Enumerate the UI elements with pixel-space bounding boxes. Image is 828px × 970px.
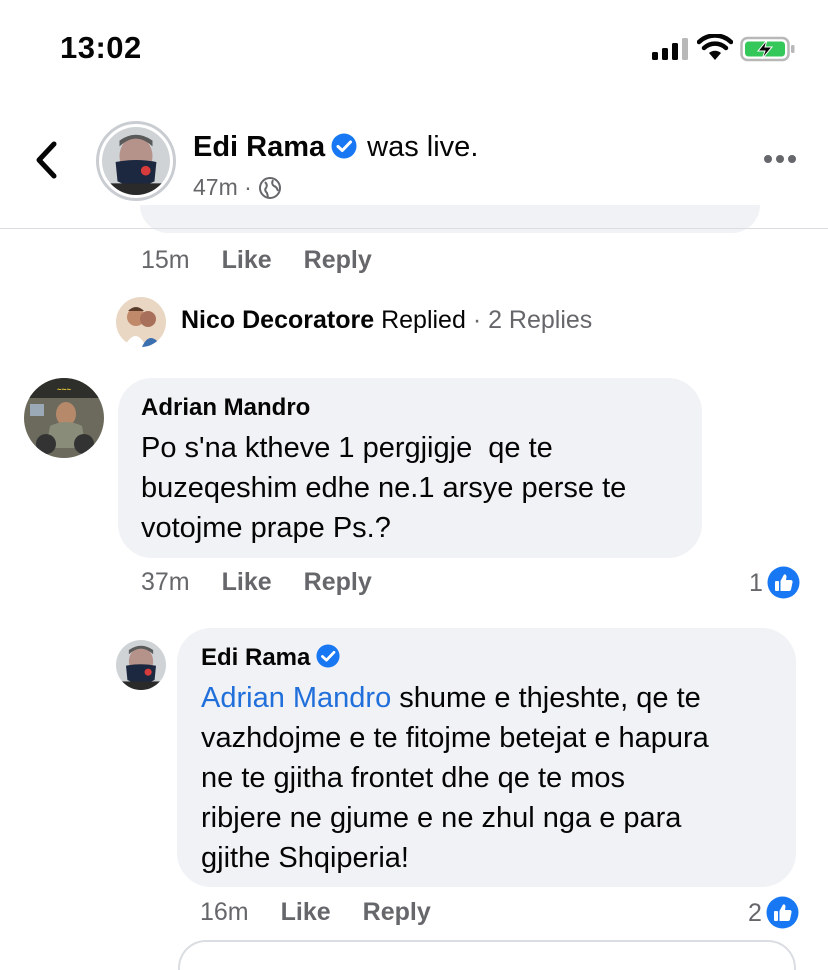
next-reply-input[interactable] — [178, 940, 796, 970]
like-button[interactable]: Like — [281, 898, 331, 926]
author-name[interactable]: Edi Rama — [193, 131, 325, 163]
reply-line: ribjere ne gjume e ne zhul nga e para — [201, 802, 682, 834]
status-time: 13:02 — [60, 30, 142, 65]
comment-line: votojme prape Ps.? — [141, 512, 391, 544]
replied-label: Replied — [381, 306, 466, 334]
reply-actions: 16m Like Reply — [200, 898, 431, 927]
comment-bubble[interactable]: Adrian Mandro Po s'na ktheve 1 pergjigje… — [118, 378, 702, 558]
comment-line: buzeqeshim edhe ne.1 arsye perse te — [141, 472, 627, 504]
reaction-number: 1 — [749, 569, 763, 597]
commenter-avatar[interactable]: ~~~ — [24, 378, 104, 458]
comment-time[interactable]: 37m — [141, 568, 190, 596]
reply-line: ne te gjitha frontet dhe qe te mos — [201, 762, 625, 794]
like-button[interactable]: Like — [222, 568, 272, 596]
post-meta: 47m · — [193, 174, 282, 201]
battery-charging-icon — [740, 36, 795, 62]
like-button[interactable]: Like — [222, 246, 272, 274]
comment-line: Po s'na ktheve 1 pergjigje qe te — [141, 432, 553, 464]
replies-count[interactable]: · 2 Replies — [473, 306, 593, 334]
svg-text:~~~: ~~~ — [57, 385, 71, 394]
reply-line: vazhdojme e te fitojme betejat e hapura — [201, 722, 709, 754]
reply-line: Adrian Mandro shume e thjeshte, qe te — [201, 678, 796, 718]
cellular-signal-icon — [652, 38, 688, 60]
meta-separator: · — [244, 174, 252, 200]
wifi-icon — [697, 34, 733, 60]
reply-text: Adrian Mandro shume e thjeshte, qe te va… — [201, 678, 796, 878]
replies-summary[interactable]: Nico Decoratore Replied · 2 Replies — [181, 306, 592, 335]
reply-button[interactable]: Reply — [304, 568, 372, 596]
reply-button[interactable]: Reply — [304, 246, 372, 274]
verified-badge-icon — [331, 133, 357, 159]
reply-avatar-image — [116, 640, 166, 690]
reply-first-text: shume e thjeshte, qe te — [399, 682, 701, 714]
replier-avatar-image — [116, 297, 166, 347]
post-time[interactable]: 47m — [193, 174, 238, 200]
replier-name[interactable]: Nico Decoratore — [181, 306, 374, 334]
page-avatar[interactable] — [96, 121, 176, 201]
prev-comment-actions: 15m Like Reply — [141, 246, 372, 275]
back-chevron-icon[interactable] — [30, 140, 64, 180]
reply-line: gjithe Shqiperia! — [201, 842, 409, 874]
comment-text: Po s'na ktheve 1 pergjigje qe te buzeqes… — [141, 428, 702, 548]
reaction-number: 2 — [748, 899, 762, 927]
replier-avatar[interactable] — [116, 297, 166, 347]
comment-author[interactable]: Adrian Mandro — [141, 394, 702, 422]
verified-badge-icon — [316, 644, 340, 668]
reply-button[interactable]: Reply — [363, 898, 431, 926]
mention-link[interactable]: Adrian Mandro — [201, 682, 391, 714]
comment-time[interactable]: 15m — [141, 246, 190, 274]
reply-author-avatar[interactable] — [116, 640, 166, 690]
page-title[interactable]: Edi Rama was live. — [193, 131, 478, 164]
commenter-avatar-image: ~~~ — [24, 378, 104, 458]
reply-author[interactable]: Edi Rama — [201, 644, 796, 672]
like-reaction-icon — [767, 566, 800, 599]
reply-time[interactable]: 16m — [200, 898, 249, 926]
header-divider — [0, 228, 828, 229]
like-reaction-icon — [766, 896, 799, 929]
reaction-count[interactable]: 2 — [748, 896, 799, 929]
reaction-count[interactable]: 1 — [749, 566, 800, 599]
avatar-image — [102, 127, 170, 195]
reply-author-name[interactable]: Edi Rama — [201, 644, 310, 671]
comment-actions: 37m Like Reply — [141, 568, 372, 597]
reply-bubble[interactable]: Edi Rama Adrian Mandro shume e thjeshte,… — [177, 628, 796, 887]
globe-icon — [259, 177, 282, 199]
header-suffix: was live. — [367, 131, 479, 163]
more-options-icon[interactable] — [763, 153, 797, 165]
